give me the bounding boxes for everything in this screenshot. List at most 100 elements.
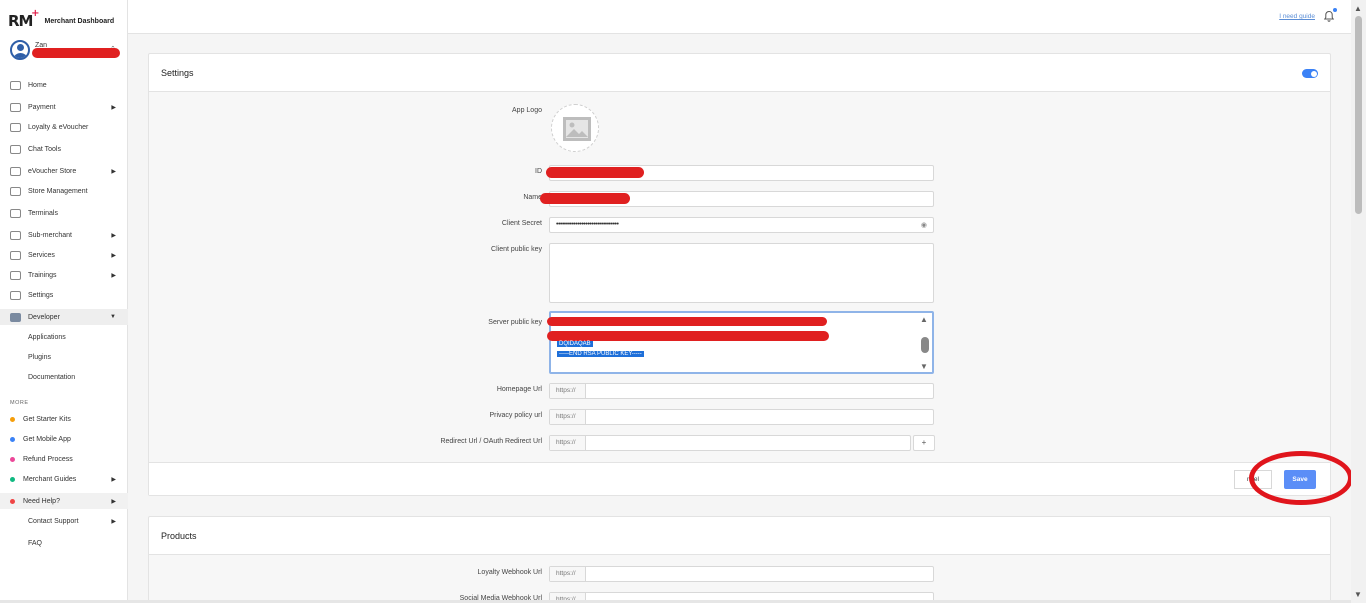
textarea-scrollbar[interactable]: ▲ ▼ bbox=[920, 315, 930, 371]
share-icon bbox=[10, 144, 21, 154]
sidebar-item-label: Get Starter Kits bbox=[23, 415, 71, 423]
client-secret-input[interactable]: •••••••••••••••••••••••••••••••• ◉ bbox=[549, 217, 934, 233]
sidebar-item-label: Payment bbox=[28, 103, 56, 111]
scroll-up-icon[interactable]: ▲ bbox=[920, 315, 928, 324]
status-dot bbox=[10, 476, 15, 482]
status-dot bbox=[10, 416, 15, 422]
eye-icon[interactable]: ◉ bbox=[921, 221, 927, 229]
redirect-url-label: Redirect Url / OAuth Redirect Url bbox=[440, 438, 542, 445]
homepage-url-input[interactable]: https:// bbox=[549, 383, 934, 399]
branch-icon bbox=[10, 230, 21, 240]
loyalty-webhook-input[interactable]: https:// bbox=[549, 566, 934, 582]
server-key-line: -----END RSA PUBLIC KEY----- bbox=[557, 351, 644, 357]
image-placeholder-icon bbox=[563, 117, 591, 141]
url-prefix: https:// bbox=[550, 410, 586, 424]
sidebar-item-label: Refund Process bbox=[23, 455, 73, 463]
caret-right-icon: ▶ bbox=[111, 168, 116, 175]
gear-icon bbox=[10, 290, 21, 300]
chart-icon bbox=[10, 80, 21, 90]
sidebar-item-label: Services bbox=[28, 251, 55, 259]
scroll-thumb[interactable] bbox=[1355, 16, 1362, 214]
app-logo-upload[interactable] bbox=[551, 104, 599, 152]
sidebar-item-settings[interactable]: Settings bbox=[0, 287, 128, 303]
slides-icon bbox=[10, 270, 21, 280]
sidebar-item-sub-merchant[interactable]: Sub-merchant ▶ bbox=[0, 227, 128, 243]
main-content: Settings App Logo ID Name Client Secret … bbox=[128, 34, 1351, 603]
sidebar-item-services[interactable]: Services ▶ bbox=[0, 247, 128, 263]
client-public-key-label: Client public key bbox=[491, 246, 542, 253]
name-input[interactable] bbox=[540, 191, 934, 207]
sidebar-item-label: Trainings bbox=[28, 271, 57, 279]
need-guide-link[interactable]: I need guide bbox=[1279, 13, 1315, 20]
save-button[interactable]: Save bbox=[1284, 470, 1316, 489]
sidebar-item-label: Contact Support bbox=[28, 517, 79, 525]
sidebar-subitem-documentation[interactable]: Documentation bbox=[28, 374, 75, 381]
redirect-url-input[interactable]: https:// bbox=[549, 435, 911, 451]
add-redirect-url-button[interactable]: + bbox=[913, 435, 935, 451]
sidebar-subitem-plugins[interactable]: Plugins bbox=[28, 354, 51, 361]
settings-footer: ncel Save bbox=[149, 462, 1330, 495]
page-scrollbar[interactable]: ▲ ▼ bbox=[1351, 0, 1366, 603]
products-card: Products Loyalty Webhook Url https:// So… bbox=[148, 516, 1331, 603]
sidebar-item-loyalty-evoucher[interactable]: Loyalty & eVoucher bbox=[0, 119, 128, 135]
brand-logo: RM + bbox=[8, 8, 40, 30]
app-logo-label: App Logo bbox=[512, 107, 542, 114]
settings-toggle[interactable] bbox=[1302, 69, 1318, 78]
sidebar-item-label: Developer bbox=[28, 313, 60, 321]
sidebar-item-trainings[interactable]: Trainings ▶ bbox=[0, 267, 128, 283]
store-icon bbox=[10, 186, 21, 196]
sidebar-subitem-faq[interactable]: FAQ bbox=[0, 535, 128, 551]
sidebar-item-label: Terminals bbox=[28, 209, 58, 217]
sidebar-item-chat-tools[interactable]: Chat Tools bbox=[0, 141, 128, 157]
privacy-policy-label: Privacy policy url bbox=[489, 412, 542, 419]
redaction-mark bbox=[540, 193, 630, 204]
sidebar-item-get-starter-kits[interactable]: Get Starter Kits bbox=[0, 411, 128, 427]
sidebar-item-need-help[interactable]: Need Help? ▶ bbox=[0, 493, 128, 509]
sidebar-item-label: Sub-merchant bbox=[28, 231, 72, 239]
sidebar-item-home[interactable]: Home bbox=[0, 77, 128, 93]
sidebar-item-developer[interactable]: Developer ▼ bbox=[0, 309, 128, 325]
privacy-policy-input[interactable]: https:// bbox=[549, 409, 934, 425]
scroll-down-icon[interactable]: ▼ bbox=[920, 362, 928, 371]
brand-plus-icon: + bbox=[31, 8, 39, 19]
scroll-down-icon[interactable]: ▼ bbox=[1354, 590, 1362, 599]
sidebar-item-merchant-guides[interactable]: Merchant Guides ▶ bbox=[0, 471, 128, 487]
sidebar-item-get-mobile-app[interactable]: Get Mobile App bbox=[0, 431, 128, 447]
settings-title: Settings bbox=[161, 68, 194, 78]
server-public-key-label: Server public key bbox=[488, 319, 542, 326]
bell-icon[interactable] bbox=[1323, 8, 1337, 22]
cancel-button[interactable]: ncel bbox=[1234, 470, 1272, 489]
id-input[interactable] bbox=[546, 165, 934, 181]
sidebar-item-terminals[interactable]: Terminals bbox=[0, 205, 128, 221]
caret-right-icon: ▶ bbox=[111, 498, 116, 505]
caret-right-icon: ▶ bbox=[111, 252, 116, 259]
settings-card: Settings App Logo ID Name Client Secret … bbox=[148, 53, 1331, 496]
brand[interactable]: RM + Merchant Dashboard bbox=[8, 8, 115, 30]
sidebar-item-label: Get Mobile App bbox=[23, 435, 71, 443]
client-secret-value: •••••••••••••••••••••••••••••••• bbox=[556, 221, 619, 228]
caret-right-icon: ▶ bbox=[111, 272, 116, 279]
sidebar-item-label: Chat Tools bbox=[28, 145, 61, 153]
qr-icon bbox=[10, 208, 21, 218]
scroll-up-icon[interactable]: ▲ bbox=[1354, 4, 1362, 13]
sidebar-item-payment[interactable]: Payment ▶ bbox=[0, 99, 128, 115]
sidebar-subitem-applications[interactable]: Applications bbox=[28, 334, 66, 341]
sidebar-item-label: Settings bbox=[28, 291, 54, 299]
server-public-key-textarea[interactable]: DQIDAQAB -----END RSA PUBLIC KEY----- ▲ … bbox=[547, 311, 934, 374]
sidebar-subitem-contact-support[interactable]: Contact Support ▶ bbox=[0, 513, 128, 529]
scroll-thumb[interactable] bbox=[921, 337, 929, 353]
url-prefix: https:// bbox=[550, 384, 586, 398]
profile-switcher[interactable]: Zan ⌃ bbox=[10, 40, 120, 60]
redaction-mark bbox=[32, 48, 120, 58]
sidebar-item-refund-process[interactable]: Refund Process bbox=[0, 451, 128, 467]
brand-title: Merchant Dashboard bbox=[44, 17, 115, 25]
settings-form: App Logo ID Name Client Secret •••••••••… bbox=[149, 92, 1330, 462]
sidebar-item-label: eVoucher Store bbox=[28, 167, 77, 175]
sidebar-item-store-management[interactable]: Store Management bbox=[0, 183, 128, 199]
caret-right-icon: ▶ bbox=[111, 518, 116, 525]
client-public-key-textarea[interactable] bbox=[549, 243, 934, 303]
products-form: Loyalty Webhook Url https:// Social Medi… bbox=[149, 555, 1330, 603]
sidebar-item-evoucher-store[interactable]: eVoucher Store ▶ bbox=[0, 163, 128, 179]
redaction-mark bbox=[547, 317, 827, 326]
caret-right-icon: ▶ bbox=[111, 232, 116, 239]
